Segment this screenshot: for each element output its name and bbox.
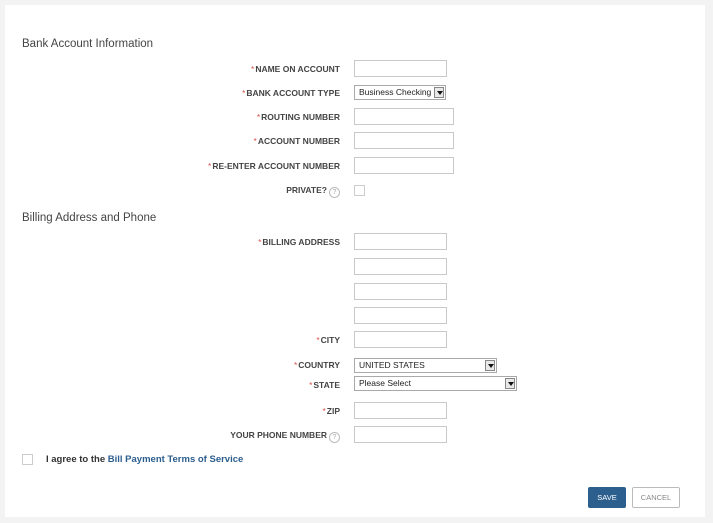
account-type-row: *BANK ACCOUNT TYPE Business Checking [0,84,700,104]
chevron-down-icon[interactable] [434,87,444,98]
required-marker: * [253,136,257,146]
account-number-input[interactable] [354,132,454,149]
agree-checkbox[interactable] [22,454,33,465]
zip-input[interactable] [354,402,447,419]
bank-section-title: Bank Account Information [22,38,154,50]
help-icon[interactable]: ? [329,432,340,443]
chevron-down-icon[interactable] [505,378,515,389]
required-marker: * [258,237,262,247]
reenter-account-text: RE-ENTER ACCOUNT NUMBER [212,161,340,171]
account-number-row: *ACCOUNT NUMBER [0,132,700,152]
routing-number-row: *ROUTING NUMBER [0,108,700,128]
country-row: *COUNTRY UNITED STATES [0,356,700,376]
city-text: CITY [320,335,340,345]
zip-text: ZIP [326,406,340,416]
country-value: UNITED STATES [359,360,425,370]
reenter-account-row: *RE-ENTER ACCOUNT NUMBER [0,157,700,177]
reenter-account-input[interactable] [354,157,454,174]
account-number-text: ACCOUNT NUMBER [257,136,340,146]
private-checkbox[interactable] [354,185,365,196]
routing-number-text: ROUTING NUMBER [261,112,340,122]
country-select[interactable]: UNITED STATES [354,358,497,373]
required-marker: * [293,360,298,370]
name-on-account-row: *NAME ON ACCOUNT [0,60,700,80]
phone-label: YOUR PHONE NUMBER? [230,430,340,443]
zip-row: *ZIP [0,402,700,422]
required-marker: * [256,112,261,122]
required-marker: * [242,88,246,98]
required-marker: * [251,64,255,74]
phone-text: YOUR PHONE NUMBER [230,430,327,440]
city-row: *CITY [0,331,700,351]
state-label: *STATE [309,380,340,390]
help-icon[interactable]: ? [329,187,340,198]
billing-address-line1-input[interactable] [354,233,447,250]
agree-prefix: I agree to the [46,454,108,465]
state-row: *STATE Please Select [0,376,700,396]
private-text: PRIVATE? [286,185,327,195]
account-type-label: *BANK ACCOUNT TYPE [242,88,340,98]
account-type-select[interactable]: Business Checking [354,85,446,100]
required-marker: * [322,406,326,416]
state-text: STATE [313,380,340,390]
billing-address-line3-input[interactable] [354,283,447,300]
phone-input[interactable] [354,426,447,443]
required-marker: * [309,380,313,390]
billing-address-line2-input[interactable] [354,258,447,275]
state-select[interactable]: Please Select [354,376,517,391]
routing-number-label: *ROUTING NUMBER [257,112,340,122]
terms-of-service-link[interactable]: Bill Payment Terms of Service [108,454,244,465]
private-row: PRIVATE?? [0,181,700,201]
required-marker: * [208,161,212,171]
billing-address-text: BILLING ADDRESS [262,237,340,247]
city-input[interactable] [354,331,447,348]
agree-text: I agree to the Bill Payment Terms of Ser… [46,454,243,465]
billing-address-row: *BILLING ADDRESS [0,233,700,253]
name-on-account-input[interactable] [354,60,447,77]
city-label: *CITY [316,335,340,345]
account-type-value: Business Checking [359,87,432,97]
reenter-account-label: *RE-ENTER ACCOUNT NUMBER [208,161,340,171]
phone-row: YOUR PHONE NUMBER? [0,426,700,446]
save-button[interactable]: SAVE [588,487,626,508]
cancel-button[interactable]: CANCEL [632,487,680,508]
name-on-account-label: *NAME ON ACCOUNT [251,64,340,74]
billing-address-line4-input[interactable] [354,307,447,324]
country-label: *COUNTRY [294,360,340,370]
private-label: PRIVATE?? [286,185,340,198]
state-value: Please Select [359,378,411,388]
routing-number-input[interactable] [354,108,454,125]
chevron-down-icon[interactable] [485,360,495,371]
account-number-label: *ACCOUNT NUMBER [254,136,340,146]
name-on-account-text: NAME ON ACCOUNT [255,64,340,74]
zip-label: *ZIP [322,406,340,416]
required-marker: * [316,335,320,345]
country-text: COUNTRY [298,360,340,370]
billing-section-title: Billing Address and Phone [22,212,157,224]
billing-address-label: *BILLING ADDRESS [258,237,340,247]
account-type-text: BANK ACCOUNT TYPE [246,88,340,98]
